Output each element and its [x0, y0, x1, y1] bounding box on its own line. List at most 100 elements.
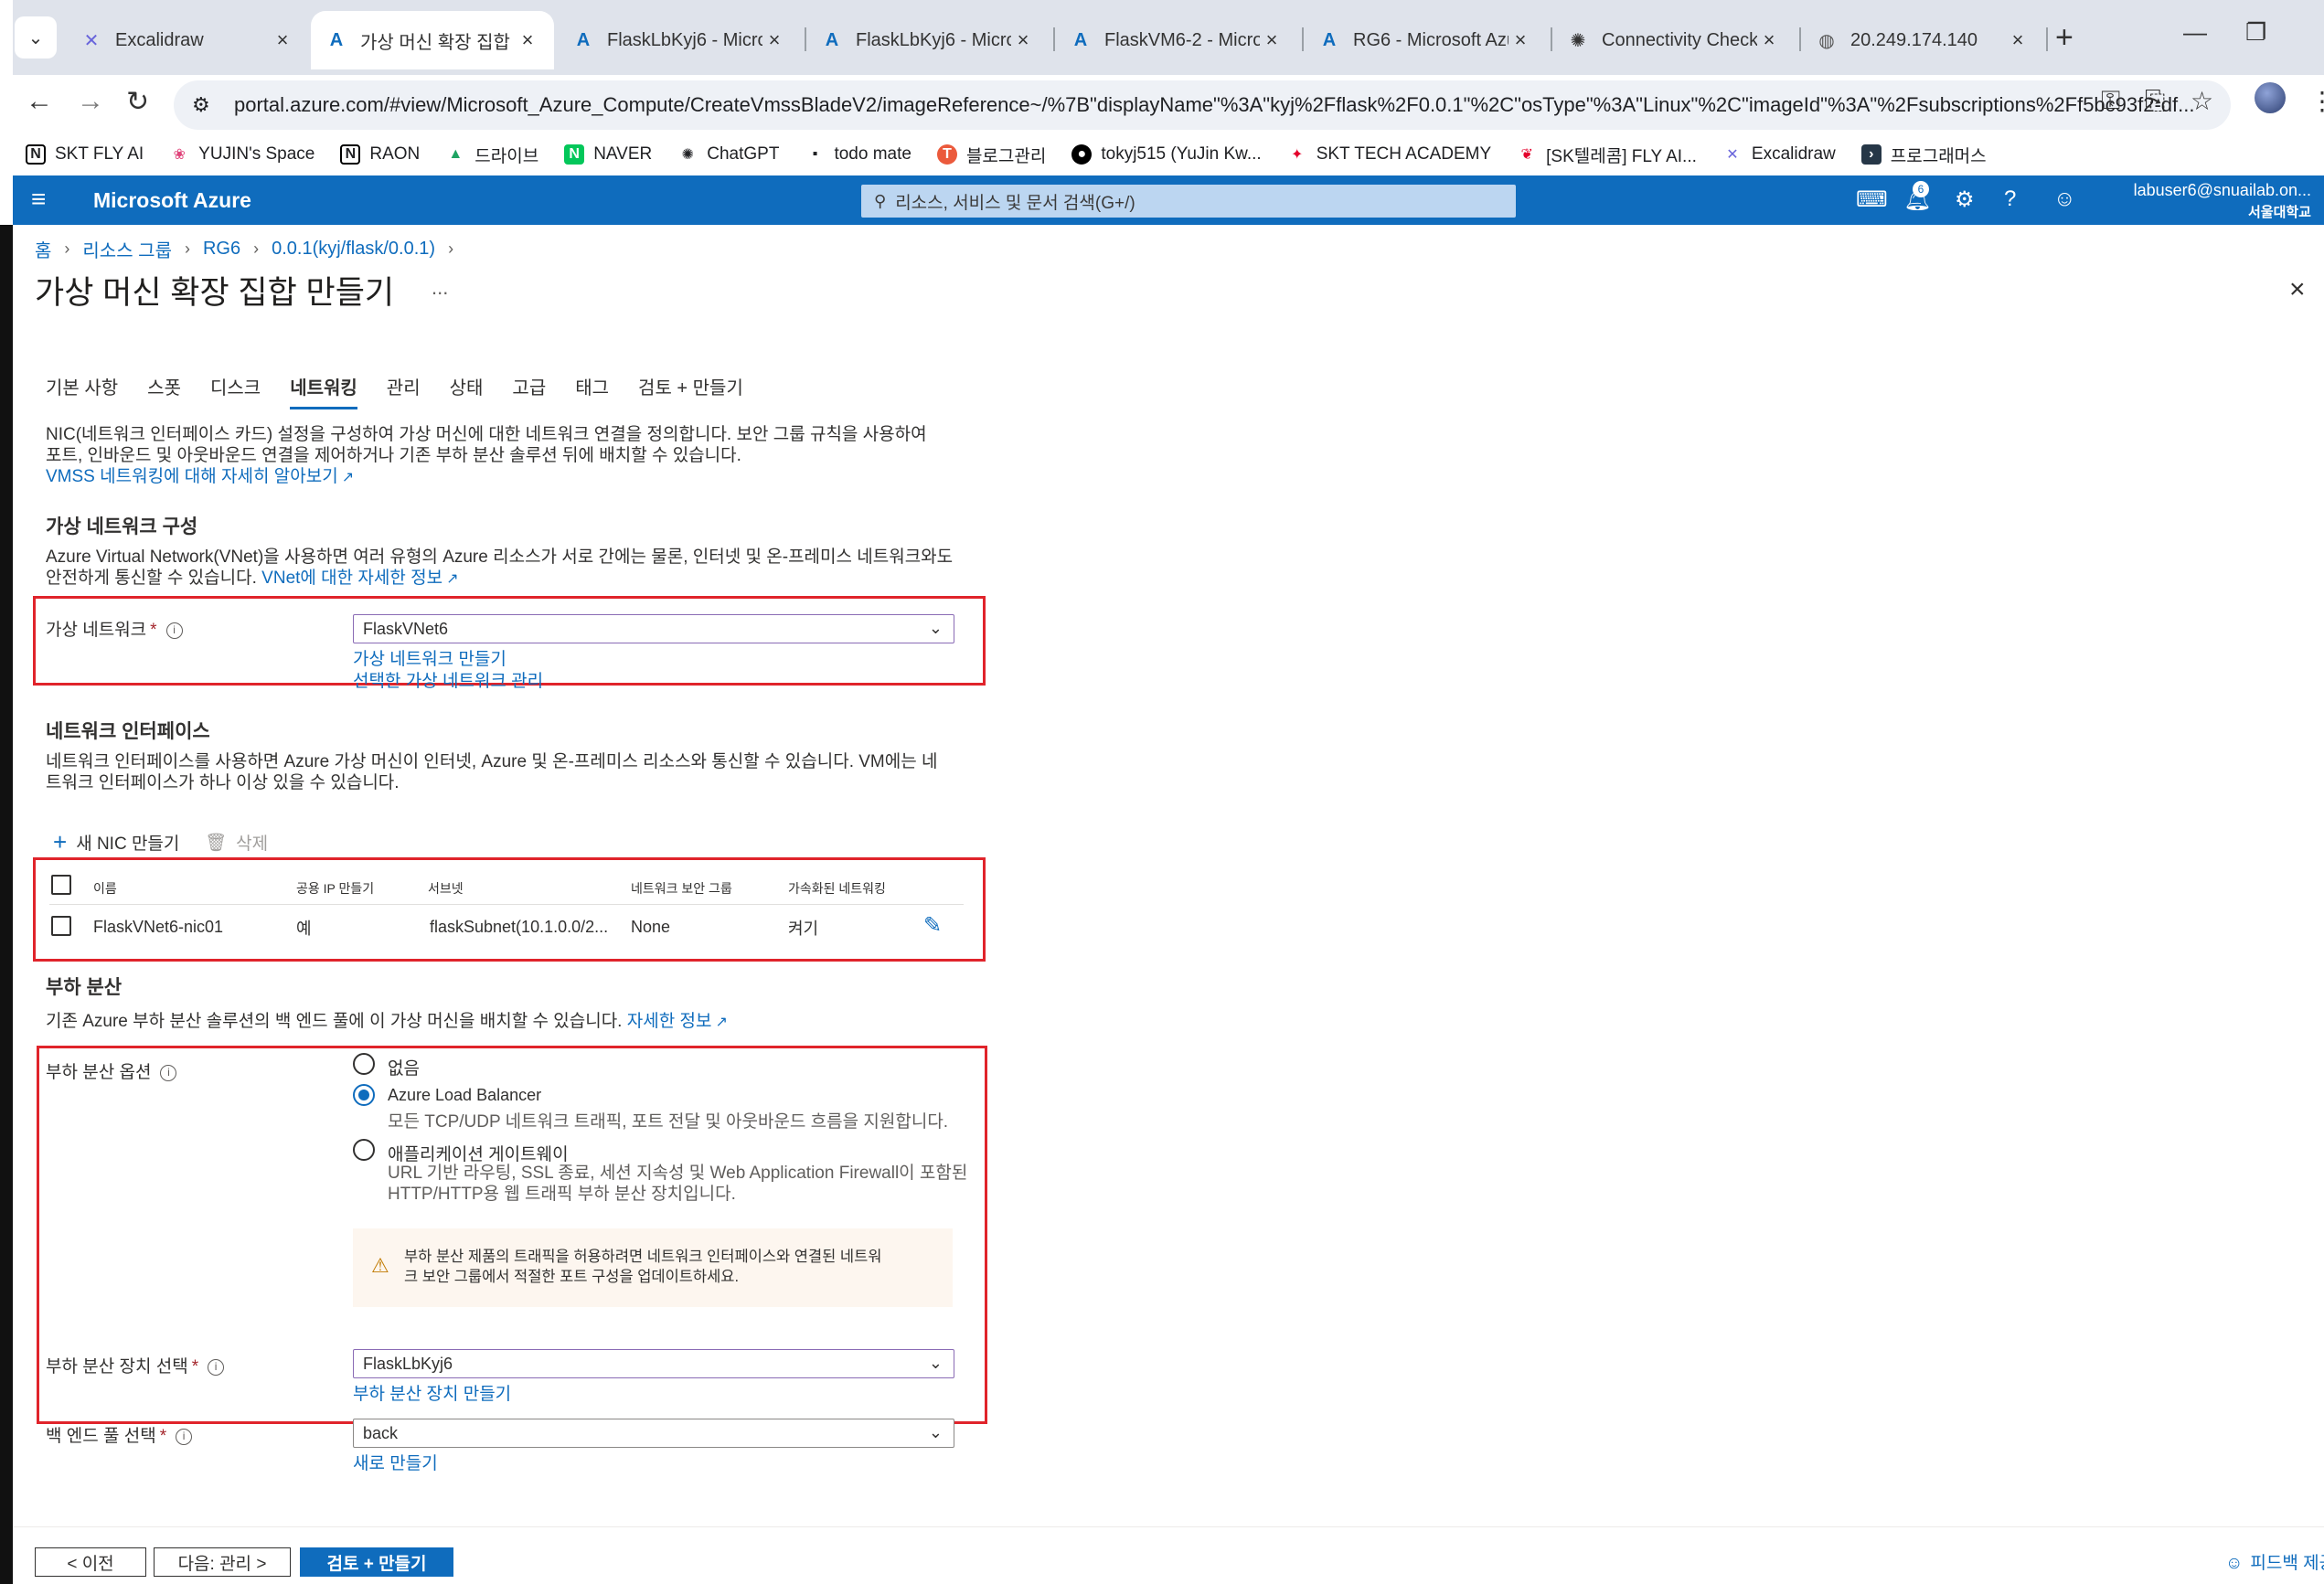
radio-lb-none[interactable] — [353, 1053, 375, 1075]
browser-tab-connectivity[interactable]: ✺ Connectivity Check × — [1552, 11, 1796, 69]
password-key-icon[interactable]: ⚿ — [2101, 86, 2120, 116]
radio-application-gateway[interactable] — [353, 1139, 375, 1161]
browser-tab-rg6[interactable]: A RG6 - Microsoft Azu × — [1304, 11, 1547, 69]
back-button[interactable]: ← — [26, 86, 53, 117]
browser-tab-excalidraw[interactable]: ✕ Excalidraw × — [66, 11, 309, 69]
radio-label-azure-lb[interactable]: Azure Load Balancer — [388, 1086, 541, 1105]
tab-advanced[interactable]: 고급 — [512, 373, 546, 409]
more-options-button[interactable]: ... — [432, 276, 448, 300]
info-icon[interactable]: i — [176, 1428, 193, 1445]
install-app-icon[interactable]: ⎘ — [2145, 86, 2165, 116]
vnet-learn-more-link[interactable]: VNet에 대한 자세한 정보 ↗ — [261, 569, 458, 588]
tab-review-create[interactable]: 검토 + 만들기 — [638, 373, 743, 409]
account-menu[interactable]: labuser6@snuailab.on... 서울대학교 — [2116, 181, 2311, 221]
global-search-input[interactable]: ⚲ 리소스, 서비스 및 문서 검색(G+/) — [861, 185, 1516, 218]
close-tab-icon[interactable]: × — [1757, 28, 1781, 52]
bookmark-yujin-space[interactable]: ❀ YUJIN's Space — [169, 144, 314, 165]
tab-spot[interactable]: 스폿 — [147, 373, 181, 409]
review-create-button[interactable]: 검토 + 만들기 — [300, 1547, 453, 1577]
load-balancer-dropdown[interactable]: FlaskLbKyj6 ⌄ — [353, 1349, 954, 1378]
radio-label-app-gateway[interactable]: 애플리케이션 게이트웨이 — [388, 1141, 569, 1165]
breadcrumb-image[interactable]: 0.0.1(kyj/flask/0.0.1) — [272, 239, 435, 260]
bookmark-star-icon[interactable]: ☆ — [2191, 86, 2213, 116]
close-tab-icon[interactable]: × — [1508, 28, 1532, 52]
profile-avatar[interactable] — [2255, 82, 2286, 113]
info-icon[interactable]: i — [165, 622, 183, 639]
browser-tab-flasklb-1[interactable]: A FlaskLbKyj6 - Micros × — [558, 11, 801, 69]
bookmark-naver[interactable]: N NAVER — [564, 144, 652, 165]
close-tab-icon[interactable]: × — [1260, 28, 1284, 52]
tab-disks[interactable]: 디스크 — [210, 373, 261, 409]
help-icon[interactable]: ? — [2004, 186, 2016, 212]
breadcrumb-resource-groups[interactable]: 리소스 그룹 — [82, 236, 172, 262]
close-tab-icon[interactable]: × — [1011, 28, 1035, 52]
radio-azure-load-balancer[interactable] — [353, 1084, 375, 1106]
close-tab-icon[interactable]: × — [762, 28, 786, 52]
info-icon[interactable]: i — [160, 1064, 177, 1081]
azure-brand[interactable]: Microsoft Azure — [93, 188, 251, 213]
radio-label-none[interactable]: 없음 — [388, 1055, 420, 1079]
backend-pool-dropdown[interactable]: back ⌄ — [353, 1419, 954, 1448]
close-tab-icon[interactable]: × — [271, 28, 294, 52]
settings-gear-icon[interactable]: ⚙ — [1955, 186, 1975, 213]
minimize-button[interactable]: — — [2183, 18, 2207, 47]
tab-management[interactable]: 관리 — [387, 373, 421, 409]
create-vnet-link[interactable]: 가상 네트워크 만들기 — [353, 645, 506, 670]
close-tab-icon[interactable]: × — [2006, 28, 2030, 52]
create-backend-pool-link[interactable]: 새로 만들기 — [353, 1450, 438, 1474]
tab-search-button[interactable]: ⌄ — [15, 16, 57, 58]
create-load-balancer-link[interactable]: 부하 분산 장치 만들기 — [353, 1380, 511, 1405]
lb-learn-more-link[interactable]: 자세한 정보 ↗ — [627, 1012, 728, 1031]
browser-tab-vmss[interactable]: A 가상 머신 확장 집합 × — [311, 11, 554, 69]
bookmark-raon[interactable]: N RAON — [340, 144, 420, 165]
browser-tab-flaskvm[interactable]: A FlaskVM6-2 - Micro × — [1055, 11, 1298, 69]
vnet-dropdown[interactable]: FlaskVNet6 ⌄ — [353, 614, 954, 643]
forward-button[interactable]: → — [77, 86, 104, 117]
reload-button[interactable]: ↻ — [126, 86, 149, 118]
browser-tab-ip[interactable]: ◍ 20.249.174.140 × — [1801, 11, 2044, 69]
site-settings-icon[interactable]: ⚙ — [192, 93, 218, 117]
bookmark-chatgpt[interactable]: ✺ ChatGPT — [677, 144, 780, 165]
col-header-name[interactable]: 이름 — [93, 879, 117, 898]
tab-health[interactable]: 상태 — [450, 373, 484, 409]
cloud-shell-icon[interactable]: ⌨ — [1856, 186, 1888, 213]
url-bar[interactable]: ⚙ portal.azure.com/#view/Microsoft_Azure… — [174, 80, 2231, 130]
col-header-nsg[interactable]: 네트워크 보안 그룹 — [631, 879, 732, 898]
breadcrumb-rg6[interactable]: RG6 — [203, 239, 240, 260]
bookmark-excalidraw[interactable]: ✕ Excalidraw — [1722, 144, 1836, 165]
bookmark-drive[interactable]: ▲ 드라이브 — [445, 143, 538, 167]
new-tab-button[interactable]: + — [2055, 20, 2073, 56]
feedback-link[interactable]: ☺피드백 제공 — [2225, 1549, 2324, 1574]
bookmark-sk-fly-ai[interactable]: ❦ [SK텔레콤] FLY AI... — [1517, 143, 1696, 167]
tab-tags[interactable]: 태그 — [575, 373, 609, 409]
info-icon[interactable]: i — [208, 1358, 225, 1376]
previous-button[interactable]: < 이전 — [35, 1547, 146, 1577]
next-management-button[interactable]: 다음: 관리 > — [154, 1547, 291, 1577]
close-tab-icon[interactable]: × — [516, 28, 539, 52]
new-nic-button[interactable]: + 새 NIC 만들기 — [53, 828, 179, 856]
select-all-checkbox[interactable] — [51, 875, 71, 895]
bookmark-todo-mate[interactable]: ▪ todo mate — [805, 144, 911, 165]
col-header-subnet[interactable]: 서브넷 — [428, 879, 464, 898]
browser-menu-icon[interactable]: ⋮ — [2309, 86, 2324, 116]
bookmark-blog[interactable]: T 블로그관리 — [936, 143, 1046, 167]
bookmark-skt-fly-ai[interactable]: N SKT FLY AI — [26, 144, 144, 165]
portal-menu-icon[interactable]: ≡ — [31, 185, 46, 214]
tab-networking[interactable]: 네트워킹 — [290, 373, 357, 409]
delete-nic-button[interactable]: 🗑︎ 삭제 — [205, 830, 268, 855]
tab-basics[interactable]: 기본 사항 — [46, 373, 118, 409]
close-blade-icon[interactable]: × — [2289, 274, 2306, 305]
restore-button[interactable]: ❐ — [2245, 18, 2266, 47]
col-header-public-ip[interactable]: 공용 IP 만들기 — [296, 879, 374, 898]
breadcrumb-home[interactable]: 홈 — [35, 236, 51, 262]
feedback-icon[interactable]: ☺ — [2053, 186, 2076, 212]
col-header-accelerated[interactable]: 가속화된 네트워킹 — [788, 879, 886, 898]
browser-tab-flasklb-2[interactable]: A FlaskLbKyj6 - Micros × — [806, 11, 1050, 69]
bookmark-github[interactable]: ● tokyj515 (YuJin Kw... — [1071, 144, 1262, 165]
row-checkbox[interactable] — [51, 916, 71, 936]
bookmark-programmers[interactable]: › 프로그래머스 — [1860, 143, 1987, 167]
bookmark-skt-tech-academy[interactable]: ✦ SKT TECH ACADEMY — [1287, 144, 1491, 165]
manage-vnet-link[interactable]: 선택한 가상 네트워크 관리 — [353, 667, 543, 692]
vmss-networking-learn-more-link[interactable]: VMSS 네트워킹에 대해 자세히 알아보기 ↗ — [46, 466, 927, 488]
edit-pencil-icon[interactable]: ✎ — [923, 912, 942, 939]
